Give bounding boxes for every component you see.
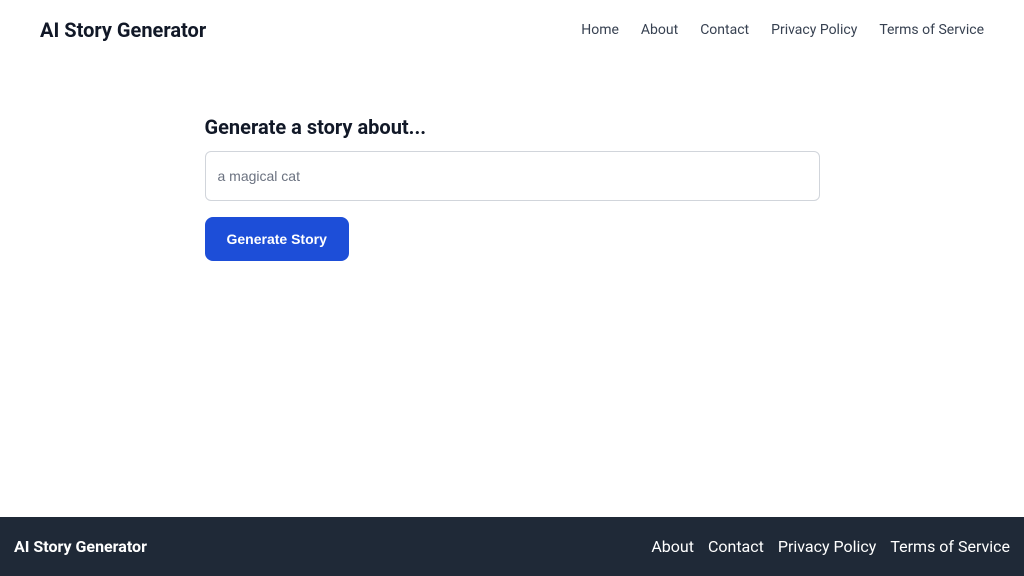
prompt-heading: Generate a story about...: [205, 115, 820, 139]
footer-nav: About Contact Privacy Policy Terms of Se…: [651, 537, 1010, 556]
generate-story-button[interactable]: Generate Story: [205, 217, 349, 261]
nav-about[interactable]: About: [641, 22, 678, 38]
header: AI Story Generator Home About Contact Pr…: [0, 0, 1024, 60]
nav-terms-of-service[interactable]: Terms of Service: [879, 22, 984, 38]
main-content: Generate a story about... Generate Story: [0, 60, 1024, 517]
nav-contact[interactable]: Contact: [700, 22, 749, 38]
nav-home[interactable]: Home: [581, 22, 619, 38]
footer-nav-privacy-policy[interactable]: Privacy Policy: [778, 537, 877, 556]
footer-nav-terms-of-service[interactable]: Terms of Service: [890, 537, 1010, 556]
footer: AI Story Generator About Contact Privacy…: [0, 517, 1024, 576]
prompt-input[interactable]: [205, 151, 820, 201]
brand-title: AI Story Generator: [40, 18, 206, 42]
footer-nav-about[interactable]: About: [651, 537, 694, 556]
footer-brand: AI Story Generator: [14, 537, 147, 556]
top-nav: Home About Contact Privacy Policy Terms …: [581, 22, 984, 38]
story-form: Generate a story about... Generate Story: [205, 115, 820, 517]
nav-privacy-policy[interactable]: Privacy Policy: [771, 22, 857, 38]
footer-nav-contact[interactable]: Contact: [708, 537, 764, 556]
